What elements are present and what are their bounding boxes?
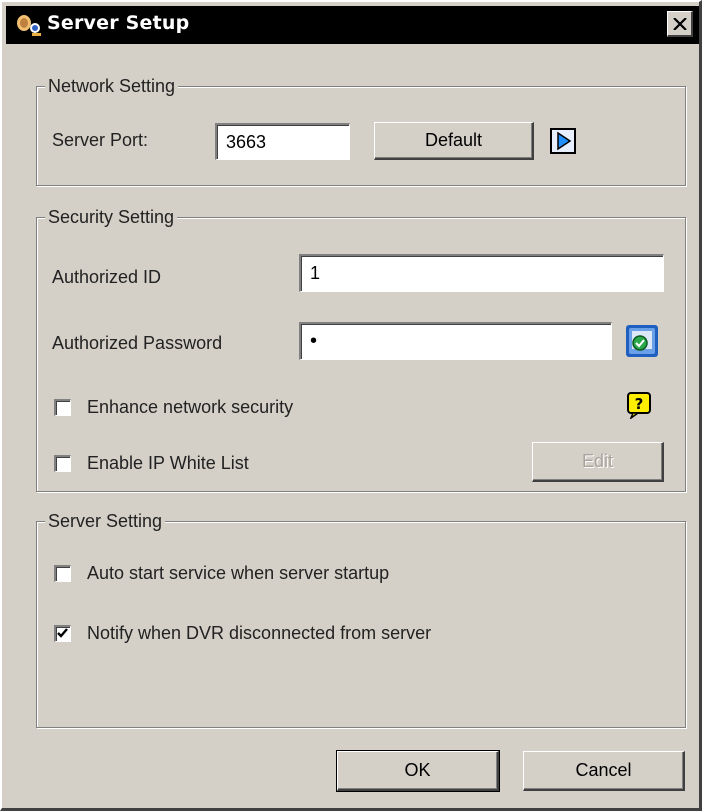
authorized-password-input[interactable] — [299, 322, 612, 360]
server-port-input[interactable] — [215, 123, 350, 160]
password-reveal-icon[interactable] — [625, 324, 659, 358]
authorized-id-label: Authorized ID — [52, 267, 162, 287]
auto-start-checkbox[interactable] — [54, 565, 71, 582]
server-port-label: Server Port: — [52, 130, 149, 150]
checkmark-icon — [57, 628, 68, 638]
ip-whitelist-checkbox[interactable] — [54, 455, 71, 472]
play-arrow-icon[interactable] — [549, 127, 577, 155]
close-icon — [672, 17, 687, 30]
ok-button[interactable]: OK — [336, 750, 500, 792]
app-icon — [17, 15, 41, 36]
window-title: Server Setup — [47, 12, 190, 34]
cancel-button[interactable]: Cancel — [523, 751, 685, 791]
enhance-security-checkbox[interactable] — [54, 399, 71, 416]
svg-text:?: ? — [635, 395, 644, 413]
edit-whitelist-button[interactable]: Edit — [532, 442, 664, 482]
authorized-id-input[interactable] — [299, 254, 664, 292]
default-button[interactable]: Default — [374, 122, 534, 160]
network-setting-legend: Network Setting — [45, 75, 179, 97]
notify-disconnect-label[interactable]: Notify when DVR disconnected from server — [87, 623, 431, 644]
notify-disconnect-checkbox[interactable] — [54, 625, 71, 642]
close-button[interactable] — [667, 11, 693, 37]
help-question-icon[interactable]: ? — [625, 391, 653, 421]
security-setting-legend: Security Setting — [45, 206, 178, 228]
server-setting-legend: Server Setting — [45, 510, 166, 532]
server-setup-dialog: Server Setup Network Setting Server Port… — [0, 0, 702, 811]
authorized-password-label: Authorized Password — [52, 333, 223, 353]
title-bar[interactable]: Server Setup — [6, 6, 699, 44]
auto-start-label[interactable]: Auto start service when server startup — [87, 563, 389, 584]
ip-whitelist-label[interactable]: Enable IP White List — [87, 453, 249, 474]
enhance-security-label[interactable]: Enhance network security — [87, 397, 293, 418]
